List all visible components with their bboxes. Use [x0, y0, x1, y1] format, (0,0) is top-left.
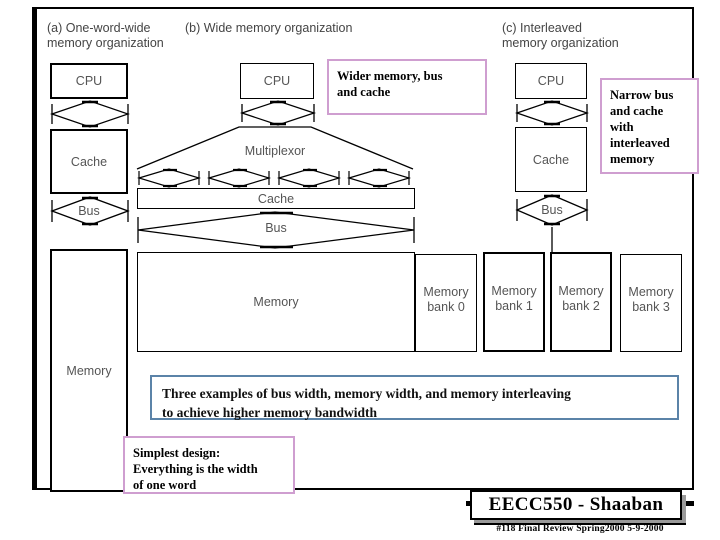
footer-subtitle: #118 Final Review Spring2000 5-9-2000 — [496, 524, 664, 534]
memory-label-b: Memory — [253, 295, 299, 309]
memory-bank-2-c: Memory bank 2 — [550, 252, 612, 352]
cache-box-c: Cache — [515, 127, 587, 192]
memory-bank-3-c: Memory bank 3 — [620, 254, 682, 352]
footer-title: EECC550 - Shaaban — [470, 490, 682, 520]
column-caption-c: (c) Interleaved memory organization — [502, 21, 619, 50]
bank-fanout-lines-c — [551, 227, 553, 253]
bus-label-c: Bus — [541, 203, 563, 217]
cache-box-b: Cache — [137, 188, 415, 209]
cpu-box-b: CPU — [240, 63, 314, 99]
bus-connector-a-cpu-cache — [49, 100, 131, 128]
bus-connector-b-cpu-mux — [239, 100, 317, 126]
footer-plate: EECC550 - Shaaban #118 Final Review Spri… — [466, 487, 694, 535]
annotation-narrow-bus: Narrow bus and cache with interleaved me… — [600, 78, 699, 174]
cpu-box-a: CPU — [50, 63, 128, 99]
bus-connector-c-cpu-cache — [514, 100, 590, 126]
footer-tab-right — [685, 501, 694, 506]
memory-bank-0-c: Memory bank 0 — [415, 254, 477, 352]
slide-canvas: (a) One-word-wide memory organization (b… — [32, 7, 699, 494]
memory-bank-1-c: Memory bank 1 — [483, 252, 545, 352]
bus-label-a: Bus — [78, 204, 100, 218]
annotation-wide-memory: Wider memory, bus and cache — [327, 59, 487, 115]
memory-box-a: Memory — [50, 249, 128, 492]
column-caption-b: (b) Wide memory organization — [185, 21, 353, 35]
bus-label-b: Bus — [265, 221, 287, 235]
cpu-box-c: CPU — [515, 63, 587, 99]
annotation-simplest-design: Simplest design: Everything is the width… — [123, 436, 295, 494]
multiplexor-label-b: Multiplexor — [244, 144, 306, 158]
memory-label-a: Memory — [66, 363, 112, 378]
cache-box-a: Cache — [50, 129, 128, 194]
memory-box-b: Memory — [137, 252, 415, 352]
annotation-summary: Three examples of bus width, memory widt… — [150, 375, 679, 420]
column-caption-a: (a) One-word-wide memory organization — [47, 21, 164, 50]
bus-connectors-b-mux-cache — [137, 168, 412, 188]
